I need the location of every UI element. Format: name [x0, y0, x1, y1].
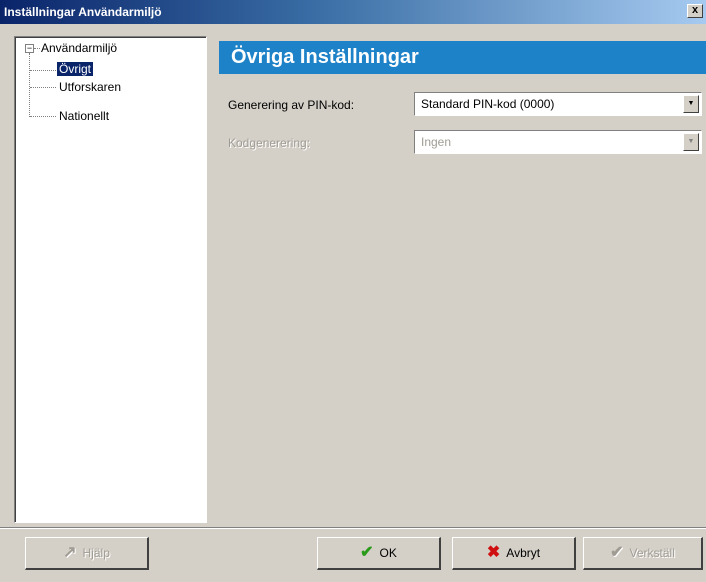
- tree-connector: [30, 116, 56, 117]
- code-generation-value: Ingen: [421, 135, 452, 149]
- ok-button-label: OK: [379, 546, 397, 560]
- apply-icon: ✔: [610, 544, 624, 561]
- title-bar[interactable]: Inställningar Användarmiljö x: [0, 0, 706, 24]
- panel-title: Övriga Inställningar: [231, 46, 419, 68]
- tree-item-ovrigt[interactable]: Övrigt: [57, 62, 94, 76]
- tree-connector: [34, 48, 40, 49]
- code-generation-select[interactable]: Ingen ▼: [414, 130, 702, 154]
- tree-item-nationellt[interactable]: Nationellt: [59, 109, 109, 123]
- close-button[interactable]: x: [687, 4, 703, 18]
- tree-connector: [29, 53, 30, 117]
- collapse-icon[interactable]: −: [25, 44, 34, 53]
- tree-connector: [30, 87, 56, 88]
- dropdown-arrow-icon[interactable]: ▼: [683, 133, 699, 151]
- code-generation-label: Kodgenerering:: [228, 136, 311, 150]
- x-icon: ✖: [486, 544, 501, 561]
- help-icon: ↗: [63, 544, 77, 561]
- help-button-label: Hjälp: [82, 546, 110, 560]
- ok-button[interactable]: ✔ OK: [317, 537, 441, 570]
- button-separator: [0, 527, 706, 529]
- cancel-button-label: Avbryt: [506, 546, 541, 560]
- pin-generation-value: Standard PIN-kod (0000): [421, 97, 555, 111]
- cancel-button[interactable]: ✖ Avbryt: [452, 537, 576, 570]
- window-title: Inställningar Användarmiljö: [4, 5, 162, 19]
- tree-item-utforskaren[interactable]: Utforskaren: [59, 80, 121, 94]
- dropdown-arrow-icon[interactable]: ▼: [683, 95, 699, 113]
- panel-header: Övriga Inställningar: [219, 41, 706, 74]
- apply-button-label: Verkställ: [629, 546, 675, 560]
- tree-connector: [30, 70, 56, 71]
- checkmark-icon: ✔: [360, 544, 374, 561]
- apply-button[interactable]: ✔ Verkställ: [583, 537, 703, 570]
- pin-generation-select[interactable]: Standard PIN-kod (0000) ▼: [414, 92, 702, 116]
- help-button[interactable]: ↗ Hjälp: [25, 537, 149, 570]
- tree-item-anvandarmiljo[interactable]: Användarmiljö: [41, 41, 117, 55]
- settings-tree[interactable]: − Användarmiljö Övrigt Utforskaren Natio…: [14, 36, 207, 523]
- close-icon: x: [691, 4, 699, 16]
- pin-generation-label: Generering av PIN-kod:: [228, 98, 355, 112]
